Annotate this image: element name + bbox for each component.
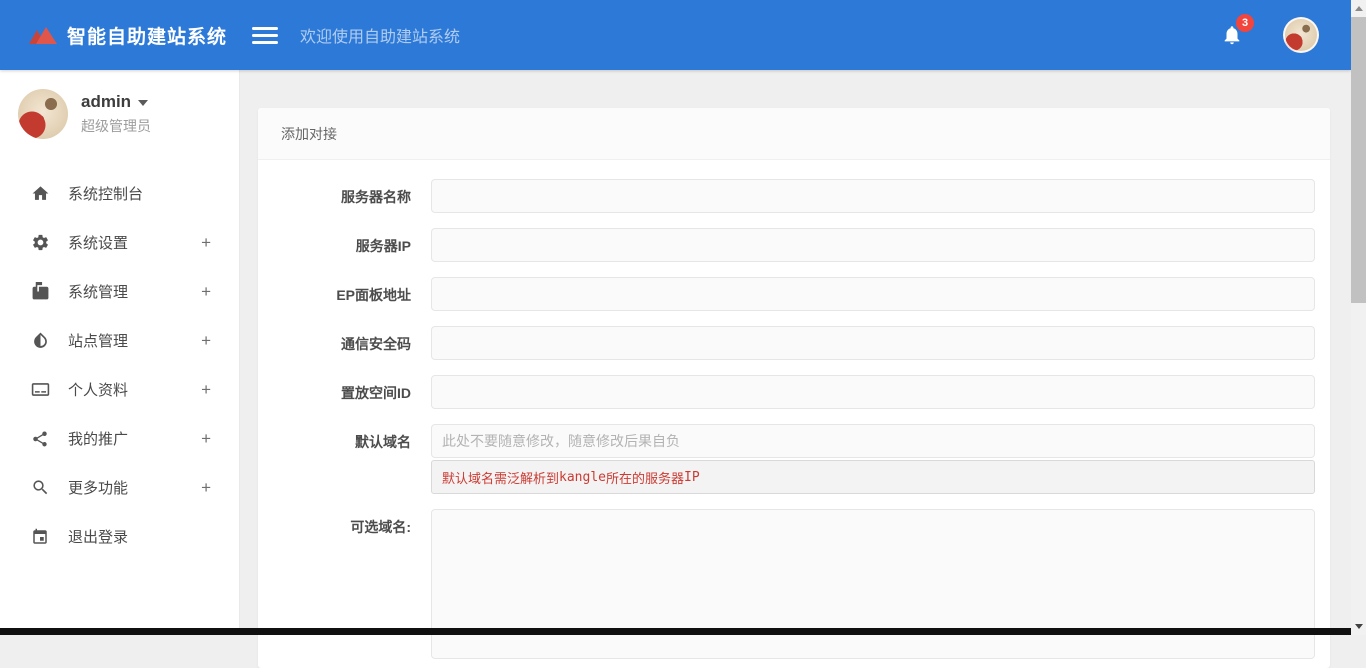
home-icon xyxy=(30,184,50,204)
notification-count-badge: 3 xyxy=(1236,14,1254,32)
server-ip-label: 服务器IP xyxy=(273,228,431,262)
default-domain-warning: 默认域名需泛解析到kangle所在的服务器IP xyxy=(431,460,1315,494)
expand-plus-icon[interactable]: + xyxy=(201,233,211,253)
scrollbar-thumb[interactable] xyxy=(1351,17,1366,303)
sidebar-item-label: 更多功能 xyxy=(68,477,128,498)
form-row-optional-domains: 可选域名: xyxy=(273,509,1315,664)
sidebar-item-label: 站点管理 xyxy=(68,330,128,351)
topbar: 智能自助建站系统 欢迎使用自助建站系统 3 xyxy=(0,0,1351,70)
welcome-text: 欢迎使用自助建站系统 xyxy=(300,23,460,47)
sidebar-item-label: 系统管理 xyxy=(68,281,128,302)
brand-title: 智能自助建站系统 xyxy=(67,22,227,49)
user-avatar[interactable] xyxy=(18,89,68,139)
sidebar-item-label: 系统控制台 xyxy=(68,183,143,204)
mailbox-icon xyxy=(30,282,50,302)
search-icon xyxy=(30,478,50,498)
expand-plus-icon[interactable]: + xyxy=(201,282,211,302)
optional-domains-label: 可选域名: xyxy=(273,509,431,664)
share-icon xyxy=(30,429,50,449)
expand-plus-icon[interactable]: + xyxy=(201,478,211,498)
droplet-icon xyxy=(30,331,50,351)
username-label: admin xyxy=(81,92,131,112)
default-domain-input[interactable] xyxy=(431,424,1315,458)
vertical-scrollbar[interactable] xyxy=(1351,0,1366,635)
form-row-server-name: 服务器名称 xyxy=(273,179,1315,213)
security-code-input[interactable] xyxy=(431,326,1315,360)
card-header: 添加对接 xyxy=(258,108,1330,160)
gear-icon xyxy=(30,233,50,253)
space-id-input[interactable] xyxy=(431,375,1315,409)
expand-plus-icon[interactable]: + xyxy=(201,380,211,400)
server-name-input[interactable] xyxy=(431,179,1315,213)
ep-panel-address-input[interactable] xyxy=(431,277,1315,311)
expand-plus-icon[interactable]: + xyxy=(201,429,211,449)
sidebar-item-label: 我的推广 xyxy=(68,428,128,449)
sidebar-item-more-features[interactable]: 更多功能 + xyxy=(0,463,239,512)
add-docking-form: 服务器名称 服务器IP EP面板地址 通信安全码 xyxy=(258,160,1330,664)
sidebar-item-site-management[interactable]: 站点管理 + xyxy=(0,316,239,365)
sidebar: admin 超级管理员 系统控制台 系统设置 + 系统管理 + xyxy=(0,70,240,628)
card-title: 添加对接 xyxy=(281,124,337,144)
default-domain-label: 默认域名 xyxy=(273,424,431,494)
sidebar-menu: 系统控制台 系统设置 + 系统管理 + 站点管理 + xyxy=(0,169,239,561)
brand-home-link[interactable]: 智能自助建站系统 xyxy=(0,22,240,49)
form-row-ep-panel: EP面板地址 xyxy=(273,277,1315,311)
mountain-logo-icon xyxy=(28,23,58,47)
scroll-up-button[interactable] xyxy=(1351,0,1366,17)
sidebar-item-profile[interactable]: 个人资料 + xyxy=(0,365,239,414)
topbar-avatar[interactable] xyxy=(1283,17,1319,53)
sidebar-item-label: 系统设置 xyxy=(68,232,128,253)
hamburger-menu-icon[interactable] xyxy=(252,23,278,48)
expand-plus-icon[interactable]: + xyxy=(201,331,211,351)
chevron-down-icon xyxy=(138,100,148,106)
card-icon xyxy=(30,380,50,400)
add-docking-card: 添加对接 服务器名称 服务器IP EP面板地址 xyxy=(258,108,1330,668)
username-dropdown[interactable]: admin xyxy=(81,92,151,112)
sidebar-item-system-console[interactable]: 系统控制台 xyxy=(0,169,239,218)
form-row-default-domain: 默认域名 默认域名需泛解析到kangle所在的服务器IP xyxy=(273,424,1315,494)
main-content: 添加对接 服务器名称 服务器IP EP面板地址 xyxy=(240,70,1351,635)
user-block: admin 超级管理员 xyxy=(0,70,239,153)
form-row-security-code: 通信安全码 xyxy=(273,326,1315,360)
user-role-label: 超级管理员 xyxy=(81,116,151,136)
window-bottom-edge xyxy=(0,628,1351,635)
security-code-label: 通信安全码 xyxy=(273,326,431,360)
sidebar-item-system-settings[interactable]: 系统设置 + xyxy=(0,218,239,267)
server-name-label: 服务器名称 xyxy=(273,179,431,213)
ep-panel-address-label: EP面板地址 xyxy=(273,277,431,311)
arrow-up-icon xyxy=(1355,6,1363,11)
sidebar-item-my-promotion[interactable]: 我的推广 + xyxy=(0,414,239,463)
sidebar-item-label: 退出登录 xyxy=(68,526,128,547)
calendar-icon xyxy=(30,527,50,547)
space-id-label: 置放空间ID xyxy=(273,375,431,409)
sidebar-item-label: 个人资料 xyxy=(68,379,128,400)
optional-domains-textarea[interactable] xyxy=(431,509,1315,659)
arrow-down-icon xyxy=(1355,624,1363,629)
form-row-space-id: 置放空间ID xyxy=(273,375,1315,409)
sidebar-item-logout[interactable]: 退出登录 xyxy=(0,512,239,561)
notifications-button[interactable]: 3 xyxy=(1221,23,1243,47)
sidebar-item-system-management[interactable]: 系统管理 + xyxy=(0,267,239,316)
scroll-down-button[interactable] xyxy=(1351,618,1366,635)
server-ip-input[interactable] xyxy=(431,228,1315,262)
form-row-server-ip: 服务器IP xyxy=(273,228,1315,262)
